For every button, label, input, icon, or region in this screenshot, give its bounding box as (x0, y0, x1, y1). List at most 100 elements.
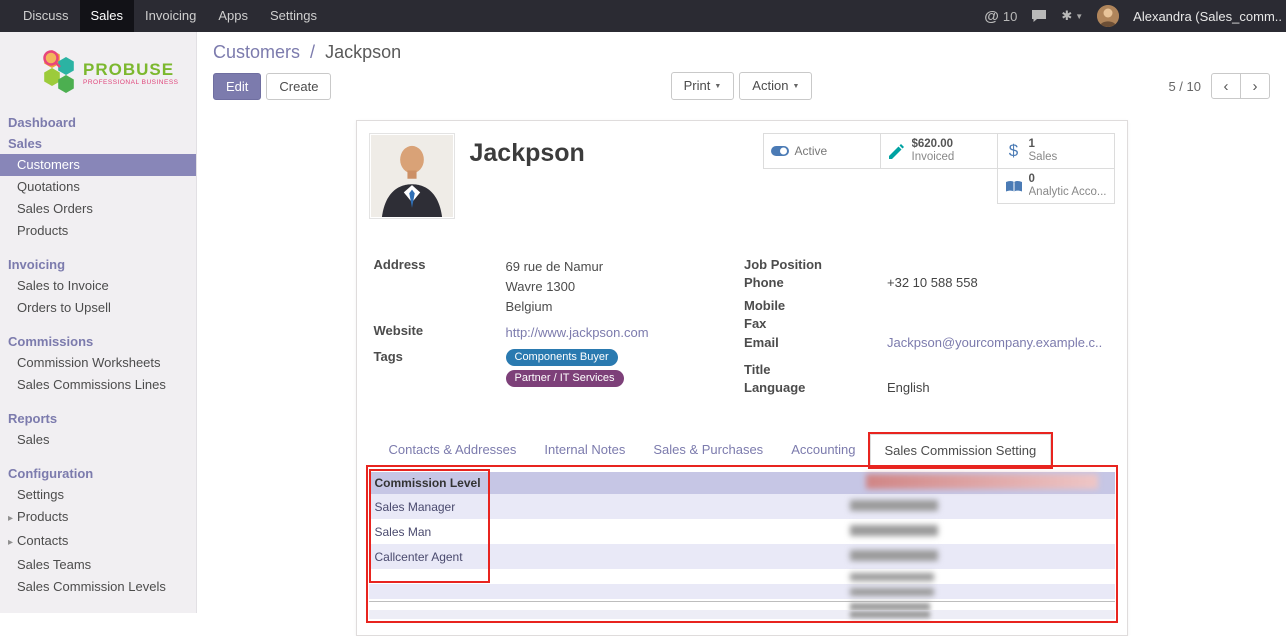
dollar-icon: $ (1004, 141, 1024, 161)
stat-label: Active (795, 144, 828, 158)
edit-button[interactable]: Edit (213, 73, 261, 100)
sidebar-heading-reports[interactable]: Reports (0, 408, 196, 429)
sidebar-item-sales-orders[interactable]: Sales Orders (0, 198, 196, 220)
sidebar-heading-sales[interactable]: Sales (0, 133, 196, 154)
phone-label: Phone (744, 275, 887, 292)
app-logo[interactable]: PROBUSE PROFESSIONAL BUSINESS (0, 32, 196, 112)
tab-contacts-addresses[interactable]: Contacts & Addresses (375, 434, 531, 466)
table-row-empty (369, 569, 1115, 584)
address-value: 69 rue de Namur Wavre 1300 Belgium (506, 257, 604, 317)
phone-value: +32 10 588 558 (887, 275, 978, 292)
debug-icon[interactable]: ✱▼ (1061, 8, 1083, 24)
table-footer-row (369, 601, 1115, 610)
redacted-value-cell (850, 569, 1115, 584)
analytic-accounts-stat-button[interactable]: 0 Analytic Acco... (997, 168, 1115, 204)
tag-components-buyer: Components Buyer (506, 349, 618, 366)
mentions-counter[interactable]: @ 10 (984, 8, 1017, 25)
table-row-callcenter-agent[interactable]: Callcenter Agent (369, 544, 1115, 569)
sidebar-item-sales-commission-levels[interactable]: Sales Commission Levels (0, 576, 196, 598)
breadcrumb: Customers / Jackpson (213, 42, 1270, 63)
print-button[interactable]: Print▼ (671, 72, 735, 100)
website-label: Website (374, 323, 506, 343)
redacted-cell (850, 525, 938, 536)
sidebar-heading-configuration[interactable]: Configuration (0, 463, 196, 484)
sidebar-heading-invoicing[interactable]: Invoicing (0, 254, 196, 275)
table-footer-row (369, 610, 1115, 619)
pager-next-button[interactable]: › (1240, 73, 1270, 99)
top-navbar: Discuss Sales Invoicing Apps Settings @ … (0, 0, 1286, 32)
sidebar-item-sales-commissions-lines[interactable]: Sales Commissions Lines (0, 374, 196, 396)
breadcrumb-customers-link[interactable]: Customers (213, 42, 300, 62)
commission-level-cell[interactable]: Sales Man (369, 519, 850, 544)
redacted-value-cell (850, 544, 1115, 569)
at-icon: @ (984, 8, 999, 25)
logo-subtitle: PROFESSIONAL BUSINESS (83, 79, 179, 86)
tab-sales-purchases[interactable]: Sales & Purchases (639, 434, 777, 466)
menu-discuss[interactable]: Discuss (12, 0, 80, 32)
title-label: Title (744, 362, 887, 379)
tab-internal-notes[interactable]: Internal Notes (530, 434, 639, 466)
table-row-sales-manager[interactable]: Sales Manager (369, 494, 1115, 519)
sidebar-item-orders-to-upsell[interactable]: Orders to Upsell (0, 297, 196, 319)
sidebar-item-sales-to-invoice[interactable]: Sales to Invoice (0, 275, 196, 297)
table-row-empty (369, 584, 1115, 599)
breadcrumb-separator: / (310, 42, 315, 62)
tab-accounting[interactable]: Accounting (777, 434, 869, 466)
stat-label: Analytic Acco... (1029, 186, 1107, 199)
action-button[interactable]: Action▼ (739, 72, 812, 100)
chevron-right-icon: ▸ (8, 513, 13, 524)
sidebar-item-sales-teams[interactable]: Sales Teams (0, 554, 196, 576)
column-header-redacted (850, 472, 1115, 494)
table-row-sales-man[interactable]: Sales Man (369, 519, 1115, 544)
redacted-value-cell (850, 584, 1115, 599)
address-line-3: Belgium (506, 297, 604, 317)
email-link[interactable]: Jackpson@yourcompany.example.c.. (887, 335, 1102, 350)
sidebar-heading-commissions[interactable]: Commissions (0, 331, 196, 352)
chevron-right-icon: ▸ (8, 537, 13, 548)
commission-level-cell[interactable]: Callcenter Agent (369, 544, 850, 569)
sidebar-item-config-settings[interactable]: Settings (0, 484, 196, 506)
sidebar-item-customers[interactable]: Customers (0, 154, 196, 176)
menu-settings[interactable]: Settings (259, 0, 328, 32)
job-position-label: Job Position (744, 257, 887, 274)
fax-label: Fax (744, 316, 887, 333)
create-button[interactable]: Create (266, 73, 331, 100)
commission-table-region: Commission Level Sales Manager Sales Man (369, 472, 1115, 619)
sidebar: PROBUSE PROFESSIONAL BUSINESS Dashboard … (0, 32, 197, 613)
website-link[interactable]: http://www.jackpson.com (506, 325, 649, 340)
commission-level-cell[interactable]: Sales Manager (369, 494, 850, 519)
logo-title: PROBUSE (83, 61, 179, 79)
menu-sales[interactable]: Sales (80, 0, 135, 32)
sidebar-item-quotations[interactable]: Quotations (0, 176, 196, 198)
pager-previous-button[interactable]: ‹ (1211, 73, 1241, 99)
sidebar-item-config-contacts[interactable]: ▸Contacts (0, 530, 196, 554)
pencil-icon (887, 143, 907, 160)
address-line-2: Wavre 1300 (506, 277, 604, 297)
sales-stat-button[interactable]: $ 1 Sales (997, 133, 1115, 169)
menu-invoicing[interactable]: Invoicing (134, 0, 207, 32)
chat-icon[interactable] (1031, 9, 1047, 23)
tags-label: Tags (374, 349, 506, 391)
redacted-value-cell (850, 494, 1115, 519)
invoiced-stat-button[interactable]: $620.00 Invoiced (880, 133, 998, 169)
tab-sales-commission-setting[interactable]: Sales Commission Setting (870, 434, 1052, 467)
active-stat-button[interactable]: Active (763, 133, 881, 169)
menu-apps[interactable]: Apps (207, 0, 259, 32)
sidebar-heading-dashboard[interactable]: Dashboard (0, 112, 196, 133)
caret-down-icon: ▼ (792, 83, 799, 90)
column-header-commission-level[interactable]: Commission Level (369, 472, 850, 494)
stat-buttons: Active $620.00 Invoiced $ 1 Sales (760, 133, 1115, 203)
user-menu[interactable]: Alexandra (Sales_comm.. (1133, 9, 1282, 24)
user-avatar[interactable] (1097, 5, 1119, 27)
sidebar-item-reports-sales[interactable]: Sales (0, 429, 196, 451)
partner-avatar (369, 133, 455, 219)
book-icon (1004, 178, 1024, 194)
redacted-cell (850, 573, 934, 581)
language-value: English (887, 380, 930, 397)
redacted-value-cell (850, 519, 1115, 544)
sidebar-item-commission-worksheets[interactable]: Commission Worksheets (0, 352, 196, 374)
sidebar-item-config-products[interactable]: ▸Products (0, 506, 196, 530)
pager-value: 5 / 10 (1168, 79, 1201, 94)
sidebar-item-products[interactable]: Products (0, 220, 196, 242)
breadcrumb-current: Jackpson (325, 42, 401, 62)
